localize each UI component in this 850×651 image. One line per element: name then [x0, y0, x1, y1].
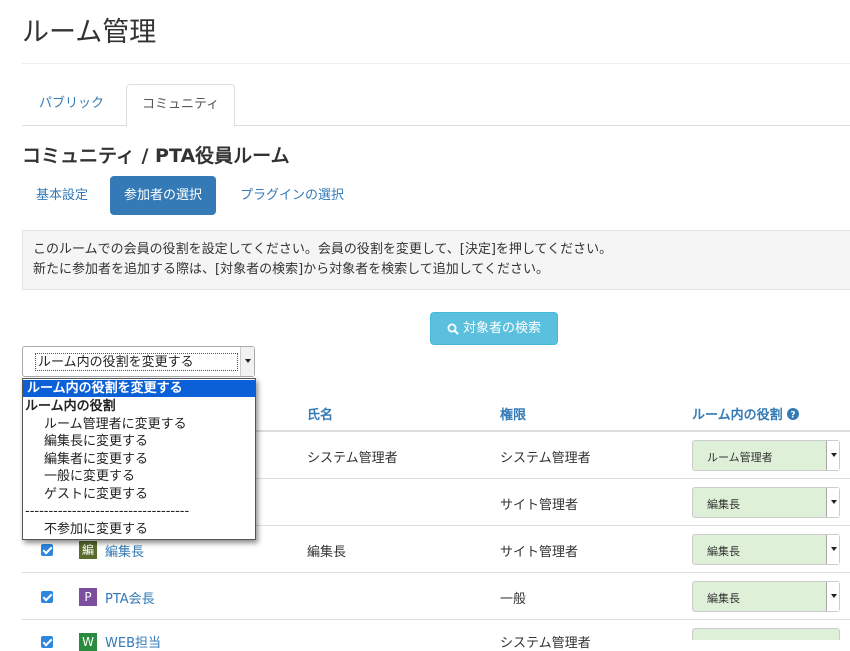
dropdown-option-leave[interactable]: 不参加に変更する	[23, 521, 255, 538]
space-tabs: パブリック コミュニティ	[22, 84, 850, 127]
row-role-select[interactable]	[692, 628, 840, 640]
row-checkbox[interactable]	[41, 591, 53, 603]
chevron-down-icon	[831, 453, 837, 457]
tab-public[interactable]: パブリック	[24, 84, 119, 126]
bulk-role-select[interactable]: ルーム内の役割を変更する	[22, 346, 255, 377]
row-role-value: 編集長	[707, 545, 740, 558]
row-name: システム管理者	[307, 451, 398, 466]
dropdown-option[interactable]: ルーム管理者に変更する	[23, 416, 255, 433]
header-name[interactable]: 氏名	[307, 404, 333, 423]
select-arrow	[826, 535, 839, 564]
dropdown-separator: -----------------------------------	[25, 504, 190, 519]
info-line-2: 新たに参加者を追加する際は、[対象者の検索]から対象者を検索して追加してください…	[33, 262, 549, 277]
row-authority: システム管理者	[500, 451, 591, 466]
user-link[interactable]: PTA会長	[105, 588, 155, 607]
user-link[interactable]: WEB担当	[105, 632, 161, 651]
select-arrow	[240, 347, 254, 376]
row-role-select[interactable]: ルーム管理者	[692, 440, 840, 471]
chevron-down-icon	[831, 594, 837, 598]
user-link[interactable]: 編集長	[105, 541, 144, 560]
row-role-select[interactable]: 編集長	[692, 487, 840, 518]
search-members-button[interactable]: 対象者の検索	[430, 312, 558, 345]
dropdown-option[interactable]: 編集者に変更する	[23, 451, 255, 468]
row-authority: 一般	[500, 592, 527, 607]
info-line-1: このルームでの会員の役割を設定してください。会員の役割を変更して、[決定]を押し…	[33, 242, 613, 257]
subnav-select-members[interactable]: 参加者の選択	[110, 176, 217, 215]
page-title: ルーム管理	[22, 17, 157, 48]
row-divider	[22, 619, 850, 620]
row-role-value: ルーム管理者	[707, 451, 773, 464]
row-divider	[22, 572, 850, 573]
header-role[interactable]: ルーム内の役割 ?	[692, 404, 800, 423]
row-authority: システム管理者	[500, 636, 591, 651]
chevron-down-icon	[831, 547, 837, 551]
select-arrow	[826, 488, 839, 517]
dropdown-option-selected[interactable]: ルーム内の役割を変更する	[23, 380, 255, 397]
dropdown-option[interactable]: ゲストに変更する	[23, 486, 255, 503]
header-role-label: ルーム内の役割	[692, 408, 783, 423]
chevron-down-icon	[831, 500, 837, 504]
subnav-basic-settings[interactable]: 基本設定	[22, 176, 102, 215]
user-avatar: 編	[79, 541, 97, 559]
dropdown-option[interactable]: 一般に変更する	[23, 468, 255, 485]
user-avatar: W	[79, 633, 97, 651]
user-avatar: P	[79, 588, 97, 606]
bulk-role-select-value: ルーム内の役割を変更する	[35, 353, 238, 371]
row-role-select[interactable]: 編集長	[692, 534, 840, 565]
bulk-role-dropdown: ルーム内の役割を変更する ルーム内の役割 ルーム管理者に変更する 編集長に変更す…	[22, 378, 256, 540]
select-arrow	[826, 582, 839, 611]
dropdown-option[interactable]: 編集長に変更する	[23, 433, 255, 450]
room-heading: コミュニティ / PTA役員ルーム	[22, 145, 290, 167]
header-authority[interactable]: 権限	[500, 404, 526, 423]
row-role-value: 編集長	[707, 498, 740, 511]
row-checkbox[interactable]	[41, 544, 53, 556]
info-message: このルームでの会員の役割を設定してください。会員の役割を変更して、[決定]を押し…	[22, 230, 850, 290]
row-authority: サイト管理者	[500, 498, 579, 513]
search-button-label: 対象者の検索	[462, 321, 541, 336]
tab-community[interactable]: コミュニティ	[126, 84, 236, 127]
title-divider	[22, 63, 850, 64]
svg-text:?: ?	[791, 411, 796, 421]
subnav-select-plugins[interactable]: プラグインの選択	[226, 176, 358, 215]
row-checkbox[interactable]	[41, 636, 53, 648]
select-arrow	[826, 441, 839, 470]
chevron-down-icon	[245, 359, 251, 363]
row-role-select[interactable]: 編集長	[692, 581, 840, 612]
row-authority: サイト管理者	[500, 545, 579, 560]
search-icon	[447, 323, 459, 335]
row-role-value: 編集長	[707, 592, 740, 605]
row-name: 編集長	[307, 545, 347, 560]
help-icon[interactable]: ?	[787, 408, 800, 421]
dropdown-group-label: ルーム内の役割	[25, 399, 116, 414]
